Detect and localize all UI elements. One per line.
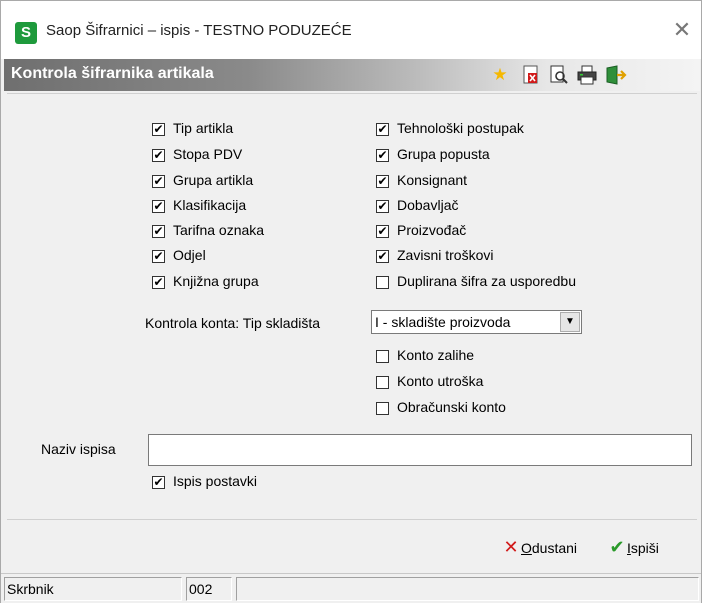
checkbox-label: Proizvođač [397,222,467,238]
checkbox-label: Tip artikla [173,120,234,136]
print-preview-icon[interactable] [549,65,569,85]
cancel-x-icon: ✕ [503,537,519,557]
app-icon: S [15,22,37,44]
checkbox-label: Konto zalihe [397,347,475,363]
checkbox-label: Stopa PDV [173,146,243,162]
checkbox-label: Dobavljač [397,197,459,213]
cancel-button[interactable]: ✕ Odustani [501,537,577,559]
checkbox-box [376,376,389,389]
naziv-ispisa-input[interactable] [148,434,692,466]
checkbox-label: Grupa popusta [397,146,490,162]
check-icon: ✔ [609,537,625,557]
checkbox-box: ✔ [152,174,165,188]
close-button[interactable]: ✕ [669,16,695,44]
exit-icon[interactable] [605,65,627,85]
checkbox-label: Klasifikacija [173,197,247,213]
checkbox-box: ✔ [152,122,165,136]
printer-icon[interactable] [577,65,597,85]
header-title: Kontrola šifrarnika artikala [11,65,214,82]
checkbox-box: ✔ [376,249,389,263]
select-value: I - skladište proizvoda [375,314,511,330]
checkbox-box: ✔ [376,148,389,162]
checkbox-label: Zavisni troškovi [397,247,494,263]
print-label: spiši [630,540,659,556]
checkbox-label: Ispis postavki [173,473,258,489]
checkbox-box: ✔ [152,224,165,238]
checkbox-label: Grupa artikla [173,172,254,188]
naziv-ispisa-label: Naziv ispisa [41,441,116,457]
checkbox-box: ✔ [376,122,389,136]
cancel-label: dustani [531,540,578,556]
star-icon[interactable]: ★ [490,65,510,85]
dropdown-arrow-icon[interactable]: ▼ [560,312,580,332]
checkbox-box: ✔ [152,199,165,213]
checkbox-box: ✔ [152,275,165,289]
checkbox-box: ✔ [152,475,165,489]
print-button[interactable]: ✔ Ispiši [607,537,659,559]
cancel-mnemonic: O [521,540,532,556]
title-bar: S Saop Šifrarnici – ispis - TESTNO PODUZ… [1,1,701,59]
header-bar: Kontrola šifrarnika artikala ★ [4,59,700,91]
dialog-window: S Saop Šifrarnici – ispis - TESTNO PODUZ… [0,0,702,603]
tip-skladista-select[interactable]: I - skladište proizvoda ▼ [371,310,582,334]
checkbox-label: Konto utroška [397,373,484,389]
checkbox-box: ✔ [376,199,389,213]
checkbox-label: Tehnološki postupak [397,120,524,136]
kontrola-konta-label: Kontrola konta: Tip skladišta [145,315,321,331]
status-code: 002 [186,577,232,601]
checkbox-box: ✔ [152,148,165,162]
status-user: Skrbnik [4,577,182,601]
checkbox-box [376,350,389,363]
checkbox-box: ✔ [152,249,165,263]
status-extra [236,577,699,601]
checkbox-label: Obračunski konto [397,399,506,415]
checkbox-box [376,402,389,415]
pdf-icon[interactable] [521,65,541,85]
checkbox-label: Tarifna oznaka [173,222,265,238]
checkbox-label: Knjižna grupa [173,273,259,289]
window-title: Saop Šifrarnici – ispis - TESTNO PODUZEĆ… [46,22,352,39]
checkbox-box [376,276,389,289]
checkbox-box: ✔ [376,224,389,238]
status-bar: Skrbnik 002 [1,573,701,603]
checkbox-box: ✔ [376,174,389,188]
checkbox-label: Odjel [173,247,206,263]
checkbox-label: Duplirana šifra za usporedbu [397,273,576,289]
checkbox-label: Konsignant [397,172,468,188]
